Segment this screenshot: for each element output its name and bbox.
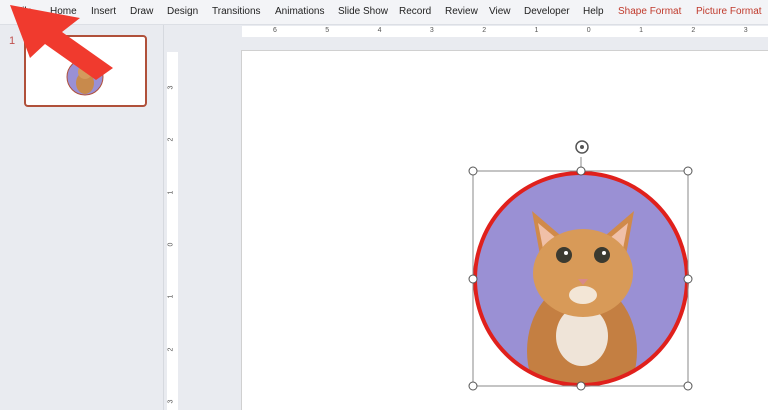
slide-canvas[interactable] [241, 50, 768, 410]
ruler-label: 3 [429, 27, 434, 34]
vertical-ruler: 3 2 1 0 1 2 3 [167, 52, 178, 410]
rotate-handle[interactable] [575, 140, 589, 154]
ruler-label: 1 [534, 27, 539, 34]
red-arrow-annotation [10, 5, 113, 80]
tab-shape-format[interactable]: Shape Format [618, 6, 681, 17]
ruler-label: 2 [167, 137, 175, 142]
ruler-label: 0 [167, 242, 175, 247]
resize-handle[interactable] [576, 166, 586, 176]
ruler-label: 2 [482, 27, 487, 34]
ruler-label: 4 [377, 27, 382, 34]
ruler-label: 3 [743, 27, 748, 34]
menu-design[interactable]: Design [167, 6, 198, 17]
menu-record[interactable]: Record [399, 6, 431, 17]
ruler-label: 1 [167, 294, 175, 299]
resize-handle[interactable] [468, 274, 478, 284]
tab-picture-format[interactable]: Picture Format [696, 6, 762, 17]
cat-picture[interactable] [473, 171, 689, 410]
ruler-label: 5 [325, 27, 330, 34]
ruler-label: 6 [273, 27, 277, 34]
resize-handle[interactable] [683, 381, 693, 391]
menu-help[interactable]: Help [583, 6, 604, 17]
menu-review[interactable]: Review [445, 6, 478, 17]
ruler-label: 1 [167, 190, 175, 195]
horizontal-ruler: 6 5 4 3 2 1 0 1 2 3 [242, 26, 768, 37]
resize-handle[interactable] [683, 166, 693, 176]
resize-handle[interactable] [468, 381, 478, 391]
menu-view[interactable]: View [489, 6, 511, 17]
ruler-label: 0 [586, 27, 591, 34]
slide-thumbnail-panel: 1 [0, 25, 164, 410]
ruler-label: 3 [167, 85, 175, 90]
resize-handle[interactable] [468, 166, 478, 176]
ruler-label: 2 [167, 347, 175, 351]
ruler-label: 1 [639, 27, 643, 34]
menu-animations[interactable]: Animations [275, 6, 324, 17]
resize-handle[interactable] [683, 274, 693, 284]
menu-transitions[interactable]: Transitions [212, 6, 261, 17]
menu-developer[interactable]: Developer [524, 6, 570, 17]
menu-slide-show[interactable]: Slide Show [338, 6, 388, 17]
ruler-label: 3 [167, 399, 175, 404]
resize-handle[interactable] [576, 381, 586, 391]
ruler-label: 2 [691, 27, 696, 34]
